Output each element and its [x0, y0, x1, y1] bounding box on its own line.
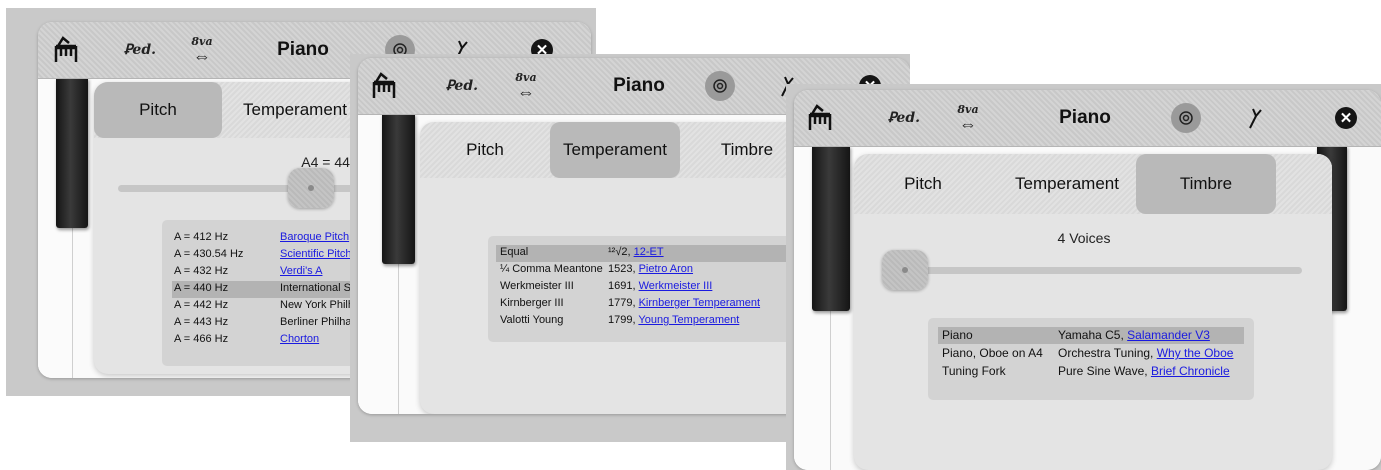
black-key[interactable] — [812, 146, 850, 311]
piano-icon[interactable] — [798, 90, 842, 146]
row-link[interactable]: Chorton — [280, 333, 319, 345]
piano-icon[interactable] — [362, 58, 406, 114]
settings-panel: Pitch Temperament Timbre 4 Voices Piano Y… — [854, 154, 1332, 470]
sustain-pedal-icon[interactable]: Ꝑed. — [118, 22, 162, 78]
timbre-list: Piano Yamaha C5, Salamander V3 Piano, Obo… — [928, 318, 1254, 400]
tab-temperament[interactable]: Temperament — [230, 82, 360, 138]
list-item[interactable]: Kirnberger III 1779, Kirnberger Temperame… — [496, 296, 788, 313]
gear-icon[interactable] — [1166, 90, 1206, 146]
toolbar-title: Piano — [1059, 107, 1111, 128]
row-link[interactable]: Salamander V3 — [1127, 328, 1210, 342]
list-item[interactable]: Piano Yamaha C5, Salamander V3 — [938, 327, 1244, 344]
row-link[interactable]: 12-ET — [634, 246, 664, 258]
pitch-slider-knob[interactable] — [288, 168, 334, 208]
row-link[interactable]: Kirnberger Temperament — [639, 297, 760, 309]
gear-icon[interactable] — [700, 58, 740, 114]
close-icon[interactable]: ✕ — [1326, 90, 1366, 146]
toolbar-title: Piano — [613, 75, 665, 96]
tab-temperament[interactable]: Temperament — [550, 122, 680, 178]
row-link[interactable]: Scientific Pitch — [280, 248, 352, 260]
row-link[interactable]: Brief Chronicle — [1151, 364, 1230, 378]
black-key[interactable] — [382, 114, 415, 264]
row-link[interactable]: Why the Oboe — [1157, 346, 1234, 360]
tab-temperament[interactable]: Temperament — [1002, 154, 1132, 214]
list-item[interactable]: Tuning Fork Pure Sine Wave, Brief Chronic… — [938, 363, 1244, 380]
sustain-pedal-icon[interactable]: Ꝑed. — [882, 90, 926, 146]
sustain-pedal-icon[interactable]: Ꝑed. — [440, 58, 484, 114]
list-item[interactable]: Equal ¹²√2, 12-ET — [496, 245, 788, 262]
list-item[interactable]: Werkmeister III 1691, Werkmeister III — [496, 279, 788, 296]
temperament-list: Equal ¹²√2, 12-ET ¼ Comma Meantone 1523, P… — [488, 236, 798, 342]
row-link[interactable]: Baroque Pitch — [280, 231, 349, 243]
row-link[interactable]: Young Temperament — [638, 314, 739, 326]
octave-shift-icon[interactable]: 8va ⇔ — [504, 58, 548, 114]
tab-pitch[interactable]: Pitch — [94, 82, 222, 138]
octave-shift-icon[interactable]: 8va ⇔ — [946, 90, 990, 146]
voices-slider-knob[interactable] — [882, 250, 928, 290]
black-key[interactable] — [56, 78, 88, 228]
list-item[interactable]: Valotti Young 1799, Young Temperament — [496, 313, 788, 330]
octave-shift-icon[interactable]: 8va ⇔ — [180, 22, 224, 78]
tab-pitch[interactable]: Pitch — [858, 154, 988, 214]
tab-bar: Pitch Temperament Timbre — [854, 154, 1332, 214]
tab-timbre[interactable]: Timbre — [1136, 154, 1276, 214]
voices-slider-track[interactable] — [882, 267, 1302, 274]
screenshot-timbre: Ꝑed. 8va ⇔ Piano ✕ Pitch Temperament Timb… — [786, 84, 1381, 470]
row-link[interactable]: Verdi's A — [280, 265, 322, 277]
app-window: Ꝑed. 8va⇔ Piano ✕ Pitch Temperament Timb… — [794, 90, 1381, 470]
tuning-fork-icon[interactable] — [1234, 90, 1274, 146]
piano-icon[interactable] — [44, 22, 88, 78]
list-item[interactable]: Piano, Oboe on A4 Orchestra Tuning, Why t… — [938, 345, 1244, 362]
row-link[interactable]: Werkmeister III — [639, 280, 713, 292]
toolbar: Ꝑed. 8va⇔ Piano ✕ — [794, 90, 1381, 147]
row-link[interactable]: Pietro Aron — [639, 263, 693, 275]
toolbar-title: Piano — [277, 39, 329, 60]
tab-pitch[interactable]: Pitch — [420, 122, 550, 178]
voices-label: 4 Voices — [1057, 230, 1111, 246]
list-item[interactable]: ¼ Comma Meantone 1523, Pietro Aron — [496, 262, 788, 279]
